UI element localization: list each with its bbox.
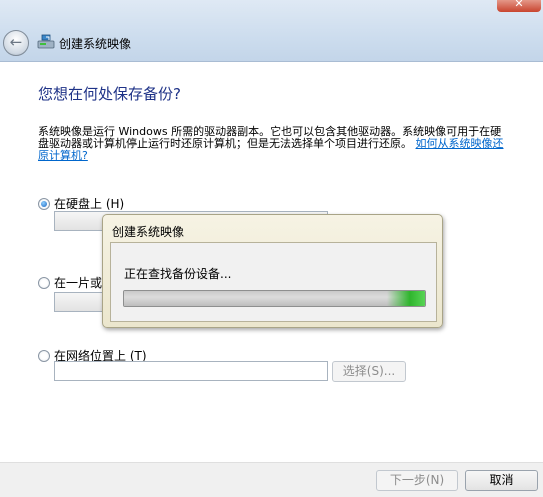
progress-bar [123, 290, 426, 307]
dvd-label: 在一片或 [54, 276, 103, 290]
option-dvd[interactable]: 在一片或 [38, 274, 102, 291]
cancel-button[interactable]: 取消 [465, 470, 538, 491]
footer-bar [0, 462, 543, 497]
select-button[interactable]: 选择(S)... [332, 361, 406, 382]
dialog-message: 正在查找备份设备... [124, 267, 232, 281]
network-location-input[interactable] [54, 361, 328, 381]
back-button[interactable]: ← [3, 30, 29, 56]
option-hard-disk[interactable]: 在硬盘上 (H) [38, 195, 124, 212]
dvd-radio[interactable] [38, 276, 50, 289]
progress-dialog: 创建系统映像 正在查找备份设备... [102, 214, 443, 328]
page-heading: 您想在何处保存备份? [38, 85, 181, 103]
title-bar: ✕ ← 创建系统映像 [0, 0, 543, 62]
dialog-title: 创建系统映像 [112, 225, 185, 239]
window-title: 创建系统映像 [59, 37, 132, 51]
backup-app-icon [37, 34, 55, 49]
hard-disk-label: 在硬盘上 (H) [54, 197, 125, 211]
description: 系统映像是运行 Windows 所需的驱动器副本。它也可以包含其他驱动器。系统映… [38, 126, 508, 162]
back-arrow-icon: ← [9, 33, 23, 51]
progress-fill [124, 291, 425, 306]
next-button[interactable]: 下一步(N) [376, 470, 458, 491]
network-radio[interactable] [38, 349, 50, 362]
close-button[interactable]: ✕ [497, 0, 541, 12]
hard-disk-radio[interactable] [38, 197, 50, 210]
dialog-body: 正在查找备份设备... [110, 242, 437, 322]
